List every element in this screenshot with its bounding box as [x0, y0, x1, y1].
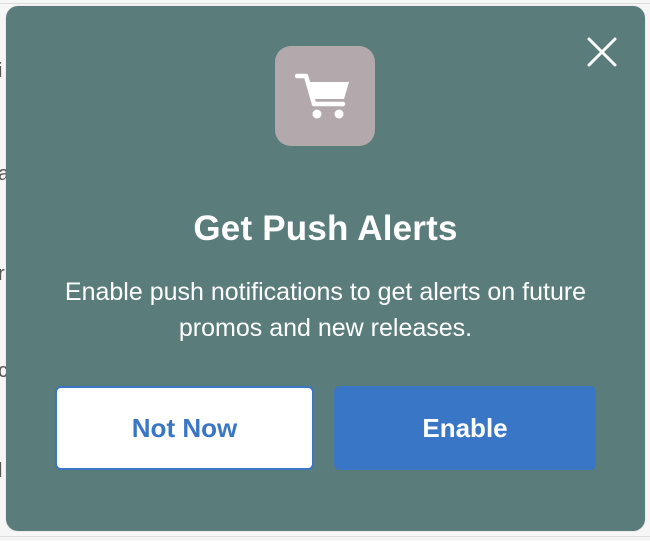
app-icon-tile	[275, 46, 375, 146]
push-alerts-dialog: Get Push Alerts Enable push notification…	[6, 6, 645, 531]
shopping-cart-icon	[295, 73, 349, 119]
dialog-description: Enable push notifications to get alerts …	[64, 278, 587, 342]
background-text-fragment: l	[0, 460, 3, 482]
enable-button[interactable]: Enable	[334, 386, 596, 470]
background-divider	[0, 536, 650, 537]
background-divider	[0, 3, 650, 4]
close-icon	[587, 37, 617, 67]
not-now-button[interactable]: Not Now	[55, 386, 314, 470]
close-button[interactable]	[584, 34, 620, 70]
background-text-fragment: r	[0, 263, 5, 285]
background-text-fragment: i	[0, 60, 3, 82]
dialog-title: Get Push Alerts	[193, 209, 458, 248]
